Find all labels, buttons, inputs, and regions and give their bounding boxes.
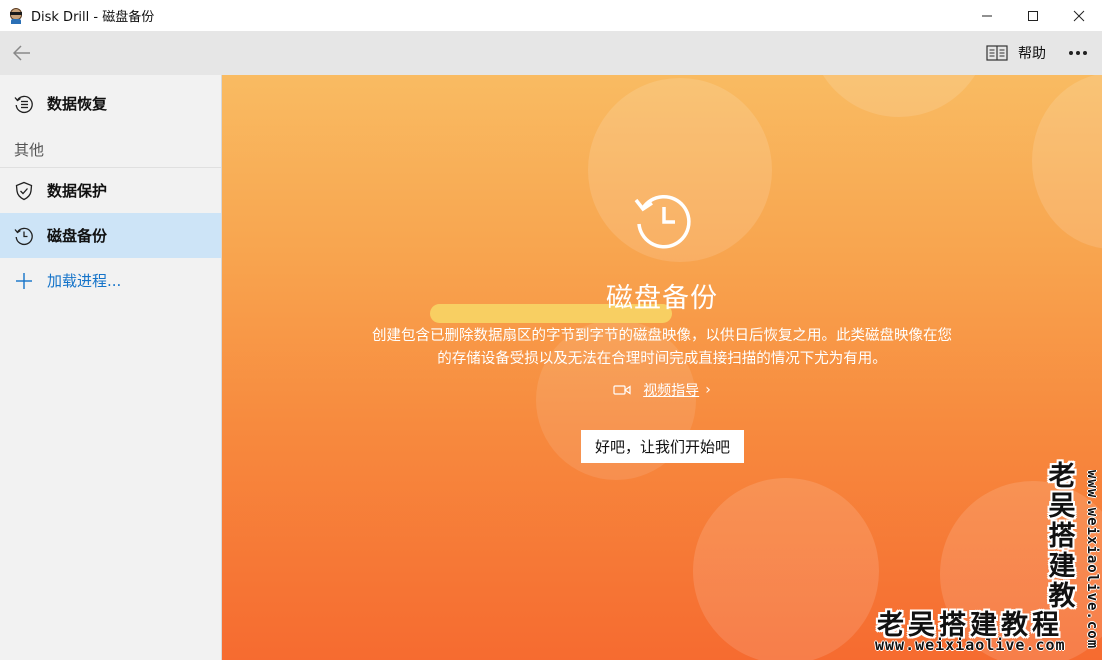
video-camera-icon	[613, 385, 631, 395]
start-button[interactable]: 好吧，让我们开始吧	[581, 430, 744, 463]
toolbar: 帮助	[0, 31, 1102, 75]
decorative-circle	[1032, 75, 1102, 249]
window-controls	[964, 0, 1102, 31]
backup-clock-icon	[634, 194, 691, 249]
backup-clock-icon	[14, 226, 34, 246]
video-guide-link[interactable]: 视频指导 ›	[222, 380, 1102, 400]
help-button[interactable]: 帮助	[986, 31, 1046, 75]
maximize-icon	[1028, 10, 1038, 21]
sidebar-section-other: 其他	[14, 141, 45, 159]
window-title: Disk Drill - 磁盘备份	[31, 10, 155, 25]
video-guide-label: 视频指导	[643, 383, 700, 399]
watermark-vertical: 老 吴 搭 建 教	[1048, 461, 1076, 612]
sidebar-item-disk-backup[interactable]: 磁盘备份	[0, 213, 221, 258]
close-button[interactable]	[1056, 0, 1102, 31]
watermark-url: www.weixiaolive.com	[875, 636, 1066, 654]
sidebar-item-label: 磁盘备份	[47, 227, 108, 245]
help-label: 帮助	[1018, 46, 1046, 62]
page-description: 创建包含已删除数据扇区的字节到字节的磁盘映像，以供日后恢复之用。此类磁盘映像在您…	[372, 328, 952, 367]
plus-icon	[14, 271, 34, 291]
watermark-url-vertical: www.weixiaolive.com	[1084, 470, 1100, 650]
minimize-button[interactable]	[964, 0, 1010, 31]
book-icon	[986, 45, 1008, 61]
app-icon	[9, 7, 23, 24]
sidebar-item-data-recovery[interactable]: 数据恢复	[0, 81, 221, 126]
maximize-button[interactable]	[1010, 0, 1056, 31]
more-options-button[interactable]	[1062, 37, 1094, 69]
chevron-right-icon: ›	[705, 382, 711, 398]
title-bar: Disk Drill - 磁盘备份	[0, 0, 1102, 31]
minimize-icon	[982, 15, 992, 16]
sidebar-item-label: 数据恢复	[47, 95, 108, 113]
decorative-circle	[693, 478, 879, 660]
decorative-circle	[809, 75, 989, 117]
back-arrow-icon	[13, 45, 30, 61]
sidebar-item-data-protection[interactable]: 数据保护	[0, 168, 221, 213]
shield-icon	[14, 181, 34, 201]
back-button[interactable]	[6, 37, 38, 69]
sidebar: 数据恢复 其他 数据保护 磁盘备份 加载进程...	[0, 75, 222, 660]
more-icon	[1069, 51, 1073, 55]
sidebar-item-label: 数据保护	[47, 182, 108, 200]
sidebar-item-load-session[interactable]: 加载进程...	[0, 258, 221, 303]
recovery-icon	[14, 94, 34, 114]
sidebar-item-label: 加载进程...	[47, 272, 122, 290]
close-icon	[1073, 10, 1085, 21]
page-title: 磁盘备份	[606, 283, 718, 314]
main-panel: 磁盘备份 创建包含已删除数据扇区的字节到字节的磁盘映像，以供日后恢复之用。此类磁…	[222, 75, 1102, 660]
